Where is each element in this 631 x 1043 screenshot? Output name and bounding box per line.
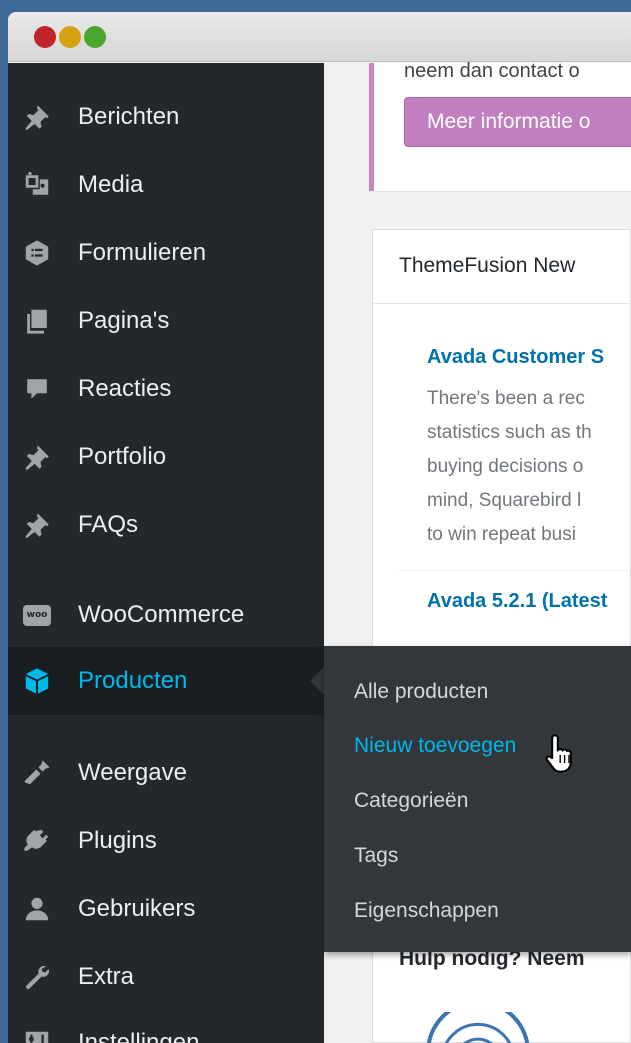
- sidebar-item-label: Instellingen: [78, 1029, 200, 1043]
- submenu-item-tags[interactable]: Tags: [354, 842, 398, 870]
- sidebar-item-woocommerce[interactable]: woo WooCommerce: [8, 585, 324, 645]
- submenu-item-nieuw-toevoegen[interactable]: Nieuw toevoegen: [354, 732, 516, 760]
- submenu-item-categorieen[interactable]: Categorieën: [354, 787, 468, 815]
- admin-sidebar: Berichten Media Formulieren Pagina's Rea…: [8, 63, 324, 1043]
- sidebar-item-label: Producten: [78, 667, 188, 694]
- comments-icon: [22, 374, 52, 404]
- users-icon: [22, 894, 52, 924]
- pin-icon: [22, 510, 52, 540]
- sidebar-item-label: Berichten: [78, 103, 180, 130]
- sidebar-item-label: Pagina's: [78, 307, 170, 334]
- globe-logo-icon: [426, 1012, 530, 1043]
- sidebar-item-label: Formulieren: [78, 239, 207, 266]
- sidebar-item-producten[interactable]: Producten: [8, 647, 324, 715]
- woocommerce-icon: woo: [22, 600, 52, 630]
- pin-icon: [22, 102, 52, 132]
- sidebar-item-label: WooCommerce: [78, 601, 245, 628]
- news-article-link[interactable]: Avada Customer S: [427, 346, 604, 369]
- sidebar-item-weergave[interactable]: Weergave: [8, 743, 324, 803]
- sidebar-item-faqs[interactable]: FAQs: [8, 495, 324, 555]
- sidebar-item-berichten[interactable]: Berichten: [8, 87, 324, 147]
- news-excerpt-line: to win repeat busi: [427, 524, 576, 545]
- news-excerpt-line: buying decisions o: [427, 456, 584, 477]
- themefusion-news-widget: ThemeFusion New Avada Customer S There's…: [372, 229, 631, 709]
- submenu-item-alle-producten[interactable]: Alle producten: [354, 678, 488, 706]
- sidebar-item-plugins[interactable]: Plugins: [8, 811, 324, 871]
- producten-submenu: Alle producten Nieuw toevoegen Categorie…: [324, 646, 631, 952]
- flyout-pointer: [310, 667, 324, 695]
- sidebar-item-portfolio[interactable]: Portfolio: [8, 427, 324, 487]
- settings-icon: [22, 1028, 52, 1043]
- sidebar-item-label: Weergave: [78, 759, 187, 786]
- news-excerpt-line: statistics such as th: [427, 422, 592, 443]
- sidebar-item-instellingen[interactable]: Instellingen: [8, 1013, 324, 1043]
- sidebar-item-label: Plugins: [78, 827, 157, 854]
- sidebar-item-label: Media: [78, 171, 144, 198]
- notice-text: neem dan contact o: [404, 60, 580, 82]
- title-bar: [8, 12, 631, 62]
- sidebar-item-formulieren[interactable]: Formulieren: [8, 223, 324, 283]
- hand-pointer-cursor-icon: [545, 734, 572, 773]
- help-widget: Hulp nodig? Neem: [372, 947, 631, 1043]
- product-box-icon: [22, 666, 52, 696]
- sidebar-item-label: Extra: [78, 963, 135, 990]
- sidebar-item-paginas[interactable]: Pagina's: [8, 291, 324, 351]
- sidebar-item-gebruikers[interactable]: Gebruikers: [8, 879, 324, 939]
- sidebar-item-extra[interactable]: Extra: [8, 947, 324, 1007]
- news-excerpt-line: mind, Squarebird l: [427, 490, 582, 511]
- sidebar-item-reacties[interactable]: Reacties: [8, 359, 324, 419]
- widget-title: ThemeFusion New: [399, 254, 576, 277]
- maximize-window-button[interactable]: [84, 26, 106, 48]
- forms-icon: [22, 238, 52, 268]
- pages-icon: [22, 306, 52, 336]
- sidebar-item-label: Reacties: [78, 375, 172, 402]
- news-excerpt-line: There's been a rec: [427, 388, 585, 409]
- woocommerce-badge: woo: [23, 604, 51, 626]
- tools-icon: [22, 962, 52, 992]
- submenu-item-eigenschappen[interactable]: Eigenschappen: [354, 897, 499, 925]
- appearance-icon: [22, 758, 52, 788]
- sidebar-item-label: FAQs: [78, 511, 139, 538]
- media-icon: [22, 170, 52, 200]
- more-info-button[interactable]: Meer informatie o: [404, 97, 631, 147]
- sidebar-item-label: Portfolio: [78, 443, 167, 470]
- promo-notice: neem dan contact o Meer informatie o: [369, 60, 631, 191]
- sidebar-item-media[interactable]: Media: [8, 155, 324, 215]
- close-window-button[interactable]: [34, 26, 56, 48]
- plugins-icon: [22, 826, 52, 856]
- widget-header: ThemeFusion New: [373, 230, 630, 304]
- news-article-link[interactable]: Avada 5.2.1 (Latest: [427, 590, 607, 613]
- minimize-window-button[interactable]: [59, 26, 81, 48]
- news-divider: [399, 570, 631, 571]
- browser-window: neem dan contact o Meer informatie o The…: [8, 12, 631, 1043]
- sidebar-item-label: Gebruikers: [78, 895, 196, 922]
- pin-icon: [22, 442, 52, 472]
